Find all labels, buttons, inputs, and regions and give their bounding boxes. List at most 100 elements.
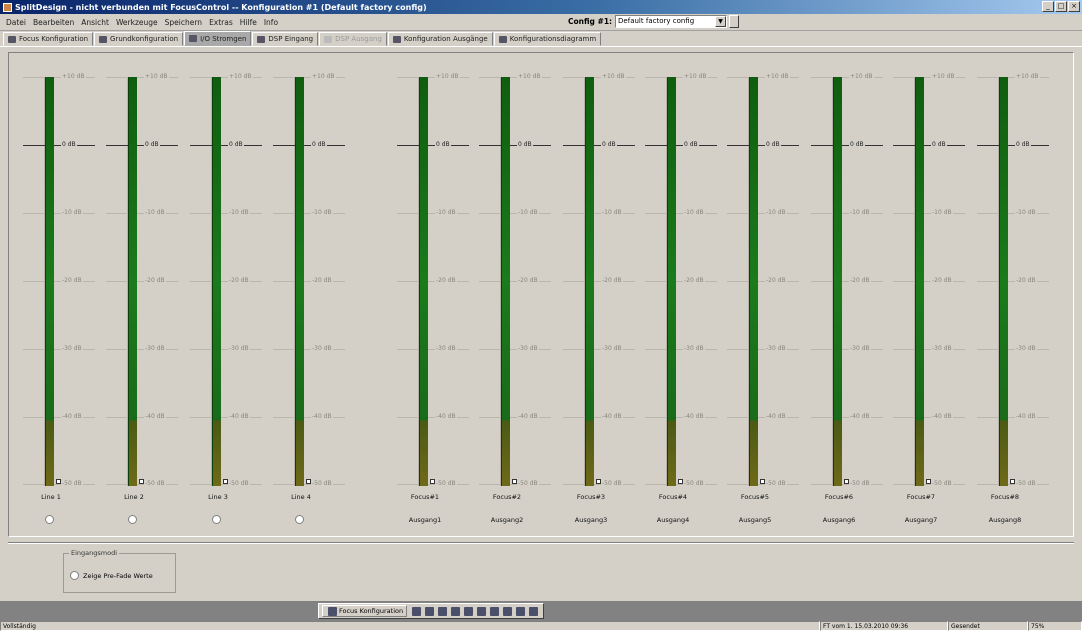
meter-tick (563, 349, 635, 350)
menu-info[interactable]: Info (264, 18, 278, 27)
meter-tick (977, 417, 1049, 418)
channel-name: Focus#8 (990, 493, 1020, 501)
config-aux-button[interactable] (729, 15, 740, 28)
meter-icon[interactable] (425, 606, 435, 616)
meter-tick (273, 145, 345, 146)
channel-name: Line 4 (291, 493, 311, 501)
meter-scale-label: -30 dB (228, 345, 250, 352)
clip-indicator (56, 479, 61, 484)
output-meter: +10 dB 0 dB -10 dB -20 dB -30 dB -40 dB -50 dB… (807, 53, 887, 538)
meter-scale-label: -20 dB (435, 277, 457, 284)
output-icon[interactable] (464, 606, 474, 616)
meter-scale-label: -20 dB (601, 277, 623, 284)
group-legend: Eingangsmodi (69, 549, 120, 557)
menu-werkzeuge[interactable]: Werkzeuge (116, 18, 158, 27)
meter-scale-label: 0 dB (61, 141, 77, 148)
minimize-button[interactable]: _ (1042, 1, 1054, 12)
chart-icon[interactable] (490, 606, 500, 616)
menu-datei[interactable]: Datei (6, 18, 26, 27)
meter-scale-label: -20 dB (849, 277, 871, 284)
menu-ansicht[interactable]: Ansicht (81, 18, 109, 27)
meter-tick (273, 213, 345, 214)
dsp-icon (257, 35, 266, 43)
meter-scale-label: -30 dB (849, 345, 871, 352)
meter-icon (189, 35, 198, 42)
menu-extras[interactable]: Extras (209, 18, 233, 27)
channel-select-radio[interactable] (212, 515, 221, 524)
meter-scale-label: -50 dB (517, 480, 539, 487)
channel-name: Line 3 (208, 493, 228, 501)
tab-label: Grundkonfiguration (110, 35, 179, 43)
tab-2[interactable]: I/O Stromgen (184, 31, 252, 46)
config-selector: Config #1: Default factory config ▼ (568, 15, 740, 28)
dsp-icon[interactable] (438, 606, 448, 616)
tab-0[interactable]: Focus Konfiguration (3, 32, 94, 46)
meter-scale-label: -40 dB (1015, 413, 1037, 420)
output-label: Ausgang1 (408, 516, 442, 524)
meter-tick (397, 145, 469, 146)
focus-config-button[interactable]: Focus Konfiguration (322, 605, 408, 617)
channel-select-radio[interactable] (128, 515, 137, 524)
maximize-button[interactable]: □ (1055, 1, 1067, 12)
meter-tick (190, 213, 262, 214)
prefade-radio[interactable] (70, 571, 79, 580)
level-bar (45, 77, 54, 486)
channel-name: Focus#6 (824, 493, 854, 501)
meter-scale-label: -50 dB (1015, 480, 1037, 487)
tab-5[interactable]: Konfiguration Ausgänge (387, 32, 493, 46)
camera-icon[interactable] (516, 606, 526, 616)
tab-6[interactable]: Konfigurationsdiagramm (493, 32, 602, 46)
meter-tick (727, 349, 799, 350)
meter-scale-label: -40 dB (311, 413, 333, 420)
meter-scale-label: -50 dB (61, 480, 83, 487)
meter-scale-label: -30 dB (435, 345, 457, 352)
channel-select-radio[interactable] (45, 515, 54, 524)
output-meter: +10 dB 0 dB -10 dB -20 dB -30 dB -40 dB -50 dB… (475, 53, 555, 538)
meter-tick (23, 281, 95, 282)
clip-indicator (139, 479, 144, 484)
clip-indicator (596, 479, 601, 484)
menu-speichern[interactable]: Speichern (165, 18, 202, 27)
output-meter: +10 dB 0 dB -10 dB -20 dB -30 dB -40 dB -50 dB… (723, 53, 803, 538)
meter-scale-label: -30 dB (1015, 345, 1037, 352)
meter-scale-label: -10 dB (61, 209, 83, 216)
meter-scale-label: +10 dB (683, 73, 708, 80)
meter-scale-label: +10 dB (228, 73, 253, 80)
bottom-toolbar-buttons: Focus Konfiguration (318, 603, 545, 619)
meter-tick (893, 484, 965, 485)
meter-tick (479, 484, 551, 485)
tab-1[interactable]: Grundkonfiguration (94, 32, 184, 46)
status-state: Gesendet (948, 621, 1028, 631)
meter-tick (397, 213, 469, 214)
tab-label: I/O Stromgen (200, 34, 247, 43)
meter-tick (893, 145, 965, 146)
meter-scale-label: +10 dB (849, 73, 874, 80)
tab-3[interactable]: DSP Eingang (252, 32, 319, 46)
channel-select-radio[interactable] (295, 515, 304, 524)
meter-scale-label: +10 dB (61, 73, 86, 80)
prefade-radio-option[interactable]: Zeige Pre-Fade Werte (70, 571, 153, 580)
clip-indicator (306, 479, 311, 484)
cursor-icon[interactable] (412, 606, 422, 616)
meter-tick (811, 484, 883, 485)
menu-hilfe[interactable]: Hilfe (240, 18, 257, 27)
meter-scale-label: 0 dB (435, 141, 451, 148)
channel-name: Line 1 (41, 493, 61, 501)
close-button[interactable]: × (1068, 1, 1080, 12)
meter-tick (397, 484, 469, 485)
menu-bearbeiten[interactable]: Bearbeiten (33, 18, 74, 27)
meter-tick (397, 281, 469, 282)
clip-indicator (926, 479, 931, 484)
diagram-icon[interactable] (477, 606, 487, 616)
clip-indicator (223, 479, 228, 484)
meter-scale-label: -20 dB (683, 277, 705, 284)
config-dropdown[interactable]: Default factory config ▼ (615, 15, 728, 28)
bottom-toolbar: Focus Konfiguration (0, 601, 1082, 621)
level-bar (667, 77, 676, 486)
chevron-down-icon[interactable]: ▼ (715, 16, 727, 27)
meter-scale-label: -50 dB (228, 480, 250, 487)
tools-icon[interactable] (503, 606, 513, 616)
dsp-out-icon[interactable] (451, 606, 461, 616)
help-icon[interactable] (529, 606, 539, 616)
meter-tick (563, 417, 635, 418)
